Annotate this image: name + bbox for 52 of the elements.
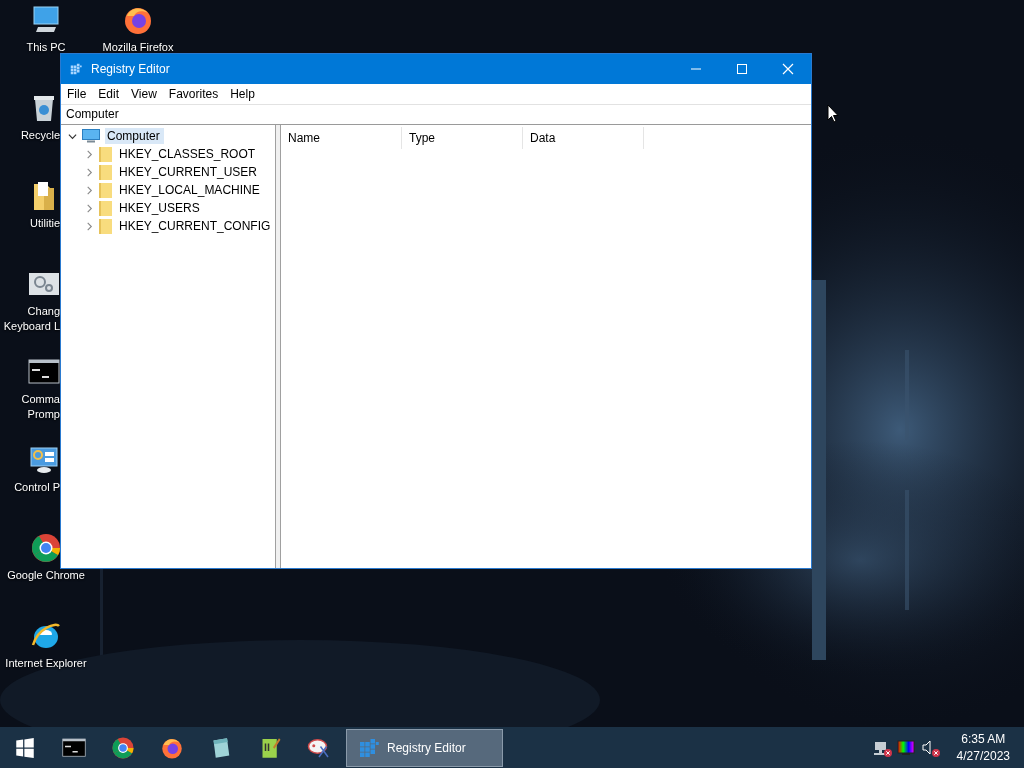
icon-label[interactable]: Internet Explorer bbox=[5, 656, 87, 671]
icon-label[interactable]: Mozilla Firefox bbox=[102, 40, 174, 55]
maximize-icon bbox=[736, 63, 748, 75]
collapse-chevron-icon[interactable] bbox=[68, 131, 77, 141]
tree-item[interactable]: HKEY_CURRENT_CONFIG bbox=[117, 218, 275, 234]
clock[interactable]: 6:35 AM 4/27/2023 bbox=[956, 730, 1010, 765]
menu-item[interactable]: File bbox=[61, 87, 93, 101]
folder-icon bbox=[99, 182, 112, 198]
taskbar-button[interactable]: Registry Editor bbox=[346, 728, 503, 767]
chrome-icon bbox=[110, 735, 135, 760]
column-header[interactable]: Type bbox=[402, 127, 523, 149]
icon-label[interactable]: Recycle bbox=[20, 128, 60, 143]
folder-icon bbox=[99, 164, 112, 180]
folder-icon bbox=[99, 146, 112, 162]
expand-chevron-icon[interactable] bbox=[85, 203, 94, 213]
tree-item[interactable]: HKEY_CURRENT_USER bbox=[117, 164, 262, 180]
icon-label[interactable]: This PC bbox=[26, 40, 66, 55]
address-field[interactable]: Computer bbox=[61, 104, 811, 125]
icon-label[interactable]: Comma Promp bbox=[21, 392, 60, 422]
menu-item[interactable]: Help bbox=[224, 87, 261, 101]
icon-label[interactable]: Google Chrome bbox=[7, 568, 85, 583]
clock-time: 6:35 AM bbox=[961, 730, 1006, 748]
expand-chevron-icon[interactable] bbox=[85, 149, 94, 159]
computer-icon bbox=[82, 129, 100, 143]
cursor-icon bbox=[827, 104, 839, 123]
control-panel-icon[interactable] bbox=[28, 444, 60, 476]
tree-item[interactable]: HKEY_USERS bbox=[117, 200, 204, 216]
icon-label[interactable]: Chang Keyboard L bbox=[3, 304, 60, 334]
menu-item[interactable]: Favorites bbox=[162, 87, 225, 101]
icon-label[interactable]: Utilitie bbox=[30, 216, 60, 231]
terminal-icon bbox=[61, 735, 86, 760]
expand-chevron-icon[interactable] bbox=[85, 167, 94, 177]
tree-item[interactable]: HKEY_LOCAL_MACHINE bbox=[117, 182, 264, 198]
chrome-icon[interactable] bbox=[30, 532, 62, 564]
window-title: Registry Editor bbox=[91, 62, 170, 76]
tree-item[interactable]: Computer bbox=[105, 128, 164, 144]
folder-icon bbox=[99, 200, 112, 216]
clock-date: 4/27/2023 bbox=[956, 747, 1010, 765]
tree-item[interactable]: HKEY_CLASSES_ROOT bbox=[117, 146, 260, 162]
expand-chevron-icon[interactable] bbox=[85, 221, 94, 231]
column-header[interactable]: Data bbox=[523, 127, 644, 149]
registry-icon bbox=[69, 62, 83, 76]
column-header[interactable]: Name bbox=[281, 127, 402, 149]
windows-logo-icon bbox=[14, 737, 35, 758]
folder-icon bbox=[99, 218, 112, 234]
display-icon[interactable] bbox=[896, 738, 916, 757]
icon-label[interactable]: Control P bbox=[14, 480, 60, 495]
menu-item[interactable]: Edit bbox=[92, 87, 126, 101]
expand-chevron-icon[interactable] bbox=[85, 185, 94, 195]
speaker-icon[interactable] bbox=[920, 738, 940, 757]
menu-item[interactable]: View bbox=[125, 87, 163, 101]
close-icon bbox=[782, 63, 794, 75]
